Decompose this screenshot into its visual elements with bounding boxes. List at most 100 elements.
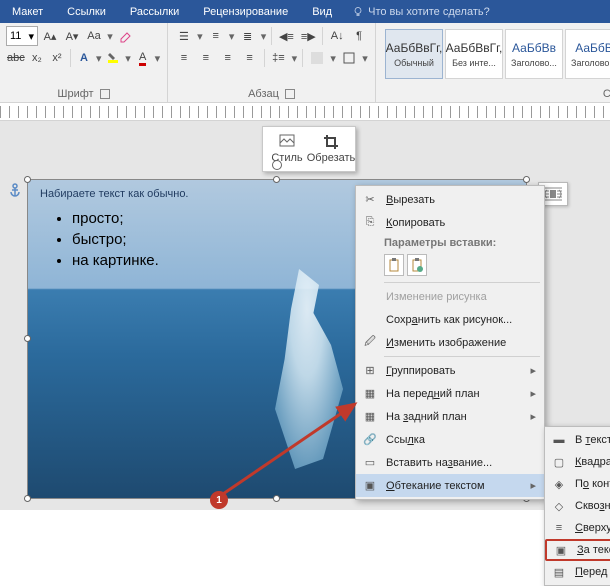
line-spacing-button[interactable]: ‡≡: [269, 48, 289, 68]
chevron-down-icon[interactable]: ▾: [106, 26, 114, 46]
bullet-item: на картинке.: [72, 252, 189, 269]
bullet-item: быстро;: [72, 231, 189, 248]
align-right-button[interactable]: ≡: [218, 48, 238, 68]
text-effects-button[interactable]: A: [75, 48, 93, 68]
wrap-tight[interactable]: ◈По контуру: [545, 473, 610, 495]
wrap-topbot-icon: ≡: [549, 522, 569, 534]
resize-handle[interactable]: [24, 495, 31, 502]
font-group-label: Шрифт: [57, 88, 93, 100]
para-launcher[interactable]: [285, 89, 295, 99]
change-case-button[interactable]: Aa: [84, 26, 104, 46]
resize-handle[interactable]: [273, 176, 280, 183]
crop-button[interactable]: Обрезать: [310, 130, 352, 168]
wrap-inline-icon: ▬: [549, 434, 569, 446]
tab-references[interactable]: Ссылки: [55, 2, 118, 22]
paste-options-header: Параметры вставки:: [356, 234, 544, 252]
grow-font-button[interactable]: A▴: [40, 26, 60, 46]
edit-icon: 🖉: [360, 333, 380, 352]
style-heading2[interactable]: АаБбВЗаголово...: [565, 29, 610, 79]
ruler[interactable]: [0, 103, 610, 121]
picture-style-icon: [279, 134, 295, 150]
align-left-button[interactable]: ≡: [174, 48, 194, 68]
wrap-through[interactable]: ◇Сквозное: [545, 495, 610, 517]
numbering-button[interactable]: ≡: [206, 26, 226, 46]
wrap-tight-icon: ◈: [549, 478, 569, 491]
align-center-button[interactable]: ≡: [196, 48, 216, 68]
style-nospacing[interactable]: АаБбВвГг,Без инте...: [445, 29, 503, 79]
styles-group-label: Сти: [603, 88, 610, 100]
paragraph-group: ☰▾ ≡▾ ≣▾ ◀≡ ≡▶ A↓ ¶ ≡ ≡ ≡ ≡ ‡≡▾ ▾ ▾: [168, 23, 376, 102]
font-group: 11▾ A▴ A▾ Aa▾ abc x₂ x² A▾ ▾ A▾ Шрифт: [0, 23, 168, 102]
superscript-button[interactable]: x²: [48, 48, 66, 68]
menu-change-picture: Изменение рисунка: [356, 285, 544, 308]
wrap-topbottom[interactable]: ≡Сверху и снизу: [545, 517, 610, 539]
context-menu: ✂ВВырезатьырезать ⎘Копировать Параметры …: [355, 185, 545, 500]
chevron-down-icon: ▾: [28, 30, 34, 43]
group-icon: ⊞: [360, 364, 380, 377]
menu-send-back[interactable]: ▦На задний план▸: [356, 405, 544, 428]
annotation-arrow-1: [215, 396, 365, 506]
strike-button[interactable]: abc: [6, 48, 26, 68]
document-area: Стиль Обрезать Набираете текст как обычн…: [0, 121, 610, 510]
menu-caption[interactable]: ▭Вставить название...: [356, 451, 544, 474]
text-heading: Набираете текст как обычно.: [40, 188, 189, 200]
tab-review[interactable]: Рецензирование: [191, 2, 300, 22]
wrap-behind-icon: ▣: [551, 544, 571, 557]
layout-icon: [544, 187, 562, 201]
shrink-font-button[interactable]: A▾: [62, 26, 82, 46]
tab-mailings[interactable]: Рассылки: [118, 2, 191, 22]
menu-group[interactable]: ⊞Группировать▸: [356, 359, 544, 382]
tell-me-text: Что вы хотите сделать?: [368, 6, 490, 18]
style-heading1[interactable]: АаБбВвЗаголово...: [505, 29, 563, 79]
subscript-button[interactable]: x₂: [28, 48, 46, 68]
wrap-square[interactable]: ▢Квадрат: [545, 451, 610, 473]
cut-icon: ✂: [360, 193, 380, 206]
bulb-icon: [352, 6, 364, 18]
menu-cut[interactable]: ✂ВВырезатьырезать: [356, 188, 544, 211]
clear-format-button[interactable]: [116, 26, 136, 46]
sort-button[interactable]: A↓: [327, 26, 347, 46]
paste-option-2[interactable]: [407, 254, 427, 276]
crop-icon: [323, 134, 339, 150]
rotate-handle[interactable]: [272, 160, 282, 170]
overlay-text: Набираете текст как обычно. просто; быст…: [40, 188, 189, 273]
highlight-button[interactable]: [104, 48, 122, 68]
resize-handle[interactable]: [523, 176, 530, 183]
wrap-inline[interactable]: ▬В тексте: [545, 429, 610, 451]
indent-button[interactable]: ≡▶: [298, 26, 318, 46]
menu-bring-front[interactable]: ▦На передний план▸: [356, 382, 544, 405]
wrap-behind[interactable]: ▣За текстом: [545, 539, 610, 561]
menu-copy[interactable]: ⎘Копировать: [356, 211, 544, 234]
resize-handle[interactable]: [24, 176, 31, 183]
paragraph-group-label: Абзац: [248, 88, 279, 100]
tell-me[interactable]: Что вы хотите сделать?: [344, 2, 498, 22]
wrap-submenu: ▬В тексте ▢Квадрат ◈По контуру ◇Сквозное…: [544, 426, 610, 586]
justify-button[interactable]: ≡: [240, 48, 260, 68]
show-marks-button[interactable]: ¶: [349, 26, 369, 46]
resize-handle[interactable]: [24, 335, 31, 342]
bullets-button[interactable]: ☰: [174, 26, 194, 46]
font-launcher[interactable]: [100, 89, 110, 99]
font-color-button[interactable]: A: [134, 48, 152, 68]
style-normal[interactable]: АаБбВвГг,Обычный: [385, 29, 443, 79]
multilevel-button[interactable]: ≣: [238, 26, 258, 46]
tab-view[interactable]: Вид: [300, 2, 344, 22]
menu-edit-image[interactable]: 🖉Изменить изображение: [356, 331, 544, 354]
menu-save-as-picture[interactable]: Сохранить как рисунок...: [356, 308, 544, 331]
tab-layout[interactable]: Макет: [0, 2, 55, 22]
wrap-square-icon: ▢: [549, 456, 569, 469]
ribbon-tabs: Макет Ссылки Рассылки Рецензирование Вид…: [0, 0, 610, 23]
menu-text-wrap[interactable]: ▣Обтекание текстом▸: [356, 474, 544, 497]
styles-group: АаБбВвГг,Обычный АаБбВвГг,Без инте... Аа…: [376, 23, 610, 102]
menu-link[interactable]: 🔗Ссылка: [356, 428, 544, 451]
borders-button[interactable]: [339, 48, 359, 68]
wrap-front[interactable]: ▤Перед текстом: [545, 561, 610, 583]
wrap-through-icon: ◇: [549, 500, 569, 513]
copy-icon: ⎘: [360, 216, 380, 229]
anchor-icon: [8, 183, 22, 199]
bullet-item: просто;: [72, 210, 189, 227]
font-size-input[interactable]: 11▾: [6, 26, 38, 46]
shading-button[interactable]: [307, 48, 327, 68]
outdent-button[interactable]: ◀≡: [276, 26, 296, 46]
paste-option-1[interactable]: [384, 254, 404, 276]
